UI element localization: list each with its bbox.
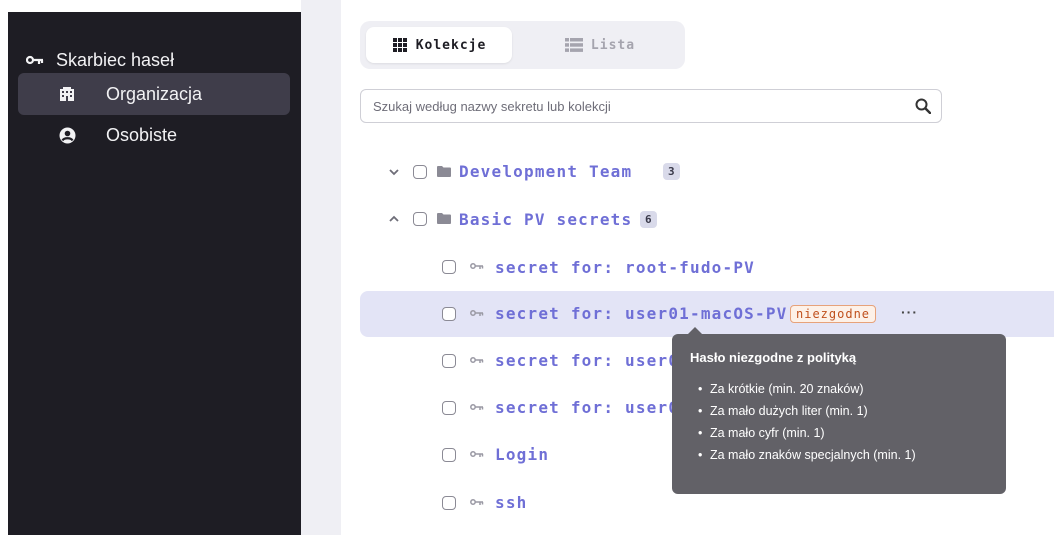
tab-label: Lista <box>590 37 636 53</box>
tooltip-list: • Za krótkie (min. 20 znaków) • Za mało du… <box>690 378 988 466</box>
chevron-down-icon[interactable] <box>388 166 400 178</box>
secret-row[interactable]: secret for: user01-macOS-PV niezgodne ··… <box>360 291 1054 337</box>
tooltip-item: • Za mało znaków specjalnych (min. 1) <box>698 444 988 466</box>
secret-row[interactable]: secret for: root-fudo-PV <box>360 244 1054 290</box>
row-checkbox[interactable] <box>442 354 456 368</box>
folder-icon <box>437 166 451 177</box>
policy-tooltip: Hasło niezgodne z polityką • Za krótkie (… <box>672 327 1006 494</box>
secret-name[interactable]: Login <box>495 445 549 464</box>
secret-name[interactable]: ssh <box>495 493 528 512</box>
collection-row[interactable]: Basic PV secrets 6 <box>360 196 1054 242</box>
collection-row[interactable]: Development Team 3 <box>360 149 1054 195</box>
key-icon <box>470 450 484 458</box>
row-checkbox[interactable] <box>413 212 427 226</box>
sidebar-title-label: Skarbiec haseł <box>56 49 175 70</box>
row-checkbox[interactable] <box>442 448 456 462</box>
tooltip-title: Hasło niezgodne z polityką <box>690 350 857 365</box>
list-icon <box>564 37 583 53</box>
key-icon <box>470 262 484 270</box>
item-count-badge: 3 <box>663 163 680 180</box>
building-icon <box>58 85 76 103</box>
sidebar-title: Skarbiec haseł <box>26 48 174 72</box>
key-icon <box>26 55 44 65</box>
tooltip-item-text: Za krótkie (min. 20 znaków) <box>710 382 864 396</box>
view-tabs: Kolekcje Lista <box>360 21 685 69</box>
key-icon <box>470 498 484 506</box>
noncompliant-badge[interactable]: niezgodne <box>790 305 877 323</box>
sidebar-item-organizacja[interactable]: Organizacja <box>18 73 290 115</box>
secret-name[interactable]: secret for: user01 <box>495 351 690 370</box>
sidebar-item-osobiste[interactable]: Osobiste <box>18 114 290 156</box>
row-checkbox[interactable] <box>442 307 456 321</box>
tooltip-item: • Za mało dużych liter (min. 1) <box>698 400 988 422</box>
tab-kolekcje[interactable]: Kolekcje <box>366 27 512 63</box>
tab-label: Kolekcje <box>415 37 487 53</box>
folder-icon <box>437 213 451 224</box>
row-checkbox[interactable] <box>442 401 456 415</box>
secret-name[interactable]: secret for: root-fudo-PV <box>495 258 755 277</box>
tooltip-item: • Za krótkie (min. 20 znaków) <box>698 378 988 400</box>
sidebar: Skarbiec haseł Organizacja Osobiste <box>8 12 301 535</box>
search-input[interactable] <box>371 97 895 115</box>
tooltip-item: • Za mało cyfr (min. 1) <box>698 422 988 444</box>
search-box <box>360 89 942 123</box>
row-checkbox[interactable] <box>442 260 456 274</box>
chevron-up-icon[interactable] <box>388 212 400 224</box>
key-icon <box>470 309 484 317</box>
content-gutter <box>301 0 341 535</box>
key-icon <box>470 403 484 411</box>
sidebar-item-label: Organizacja <box>106 83 203 104</box>
sidebar-item-label: Osobiste <box>106 124 178 145</box>
collection-name[interactable]: Basic PV secrets <box>459 210 632 229</box>
tooltip-item-text: Za mało cyfr (min. 1) <box>710 426 825 440</box>
item-count-badge: 6 <box>640 211 657 228</box>
key-icon <box>470 356 484 364</box>
grid-icon <box>392 37 408 53</box>
row-checkbox[interactable] <box>413 165 427 179</box>
secret-name[interactable]: secret for: user01-macOS-PV <box>495 304 788 323</box>
tab-lista[interactable]: Lista <box>525 27 675 63</box>
row-checkbox[interactable] <box>442 496 456 510</box>
search-icon[interactable] <box>915 98 932 119</box>
collection-name[interactable]: Development Team <box>459 162 632 181</box>
secret-name[interactable]: secret for: user01 <box>495 398 690 417</box>
tooltip-item-text: Za mało znaków specjalnych (min. 1) <box>710 448 916 462</box>
tooltip-item-text: Za mało dużych liter (min. 1) <box>710 404 868 418</box>
more-actions-button[interactable]: ··· <box>901 304 918 320</box>
user-circle-icon <box>58 126 76 144</box>
